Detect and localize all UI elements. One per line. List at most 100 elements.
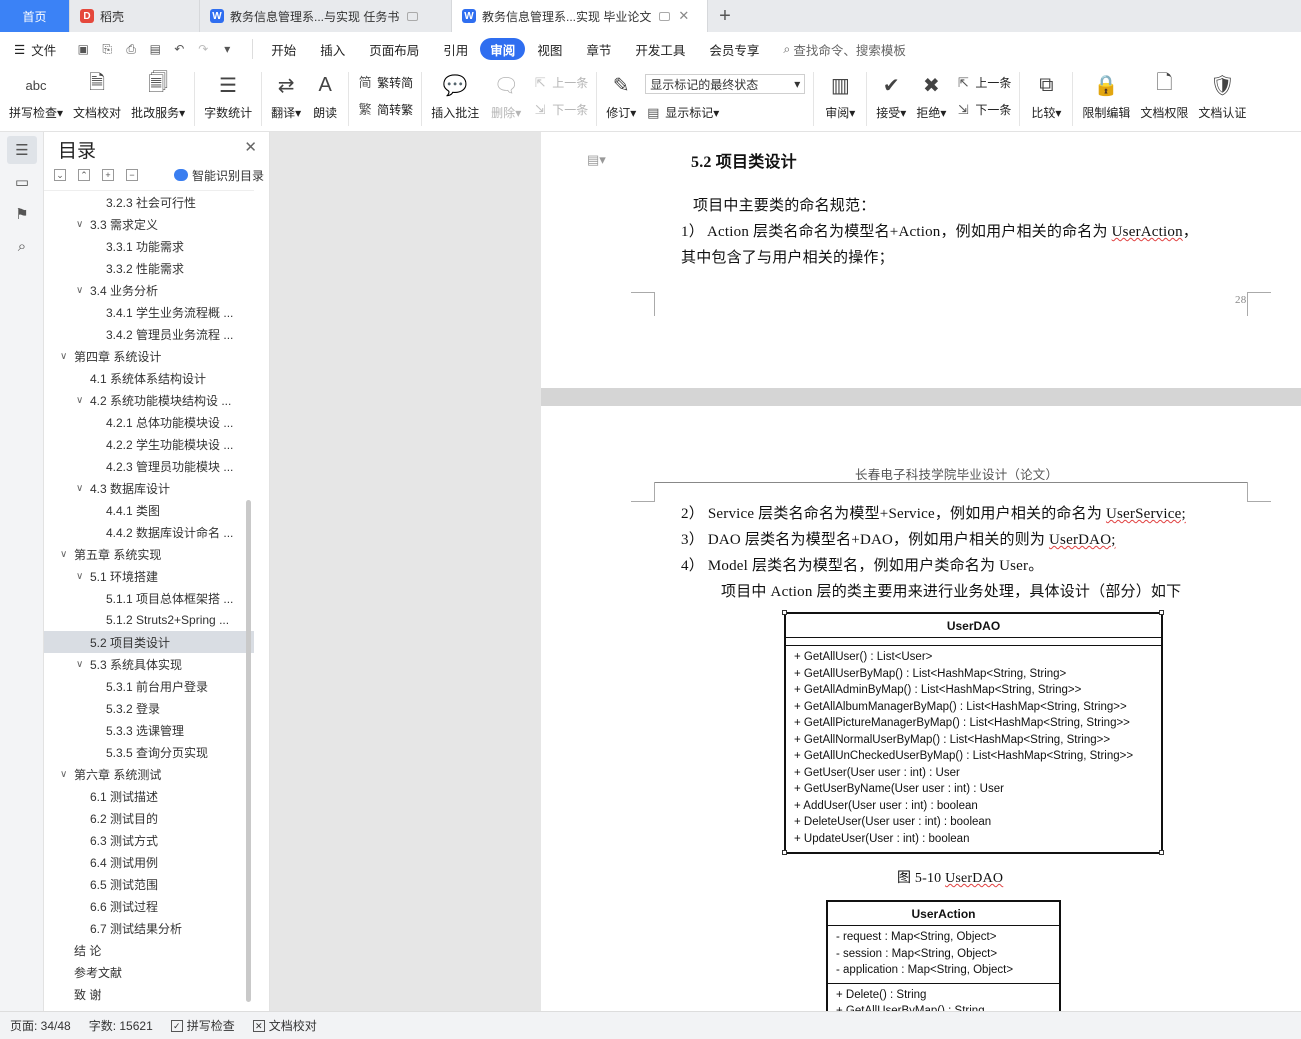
undo-icon[interactable]: ↶ [172, 42, 186, 56]
next-comment-button[interactable]: ⇲ 下一条 [532, 101, 588, 118]
toc-item[interactable]: 参考文献 [44, 961, 254, 983]
menu-insert[interactable]: 插入 [308, 38, 357, 60]
delete-comment-button[interactable]: 🗨 删除▾ [484, 70, 528, 121]
toc-item[interactable]: ∨ 5.3 系统具体实现 [44, 653, 254, 675]
chevron-down-icon[interactable]: ∨ [60, 549, 72, 560]
toc-item[interactable]: 5.3.5 查询分页实现 [44, 741, 254, 763]
translate-button[interactable]: ⇄ 翻译▾ [266, 70, 306, 121]
toc-item[interactable]: 4.2.3 管理员功能模块 ... [44, 455, 254, 477]
uml-class-userdao[interactable]: UserDAO + GetAllUser() : List<User> + Get… [784, 612, 1163, 854]
to-traditional-button[interactable]: 繁简转繁 [357, 101, 414, 118]
menu-view[interactable]: 视图 [525, 38, 574, 60]
remove-item-icon[interactable]: − [126, 169, 138, 181]
spell-check-toggle[interactable]: ✓ 拼写检查 [170, 1017, 235, 1034]
toc-item[interactable]: ∨ 4.3 数据库设计 [44, 477, 254, 499]
menu-member[interactable]: 会员专享 [697, 38, 771, 60]
toc-item[interactable]: ∨ 4.2 系统功能模块结构设 ... [44, 389, 254, 411]
redo-icon[interactable]: ↷ [196, 42, 210, 56]
print-icon[interactable]: ⎙ [124, 42, 138, 56]
chevron-down-icon[interactable]: ∨ [60, 769, 72, 780]
close-icon[interactable]: ✕ [244, 138, 257, 156]
bookmark-icon[interactable]: ⚑ [7, 200, 37, 228]
expand-up-icon[interactable]: ⌃ [78, 169, 90, 181]
toc-item[interactable]: 6.4 测试用例 [44, 851, 254, 873]
save-icon[interactable]: ▣ [76, 42, 90, 56]
next-change-button[interactable]: ⇲ 下一条 [955, 101, 1011, 118]
batch-service-button[interactable]: 🗐 批改服务▾ [126, 70, 190, 121]
tab-docer[interactable]: D 稻壳 [70, 0, 200, 32]
chevron-down-icon[interactable]: ∨ [76, 659, 88, 670]
toc-item[interactable]: 5.3.2 登录 [44, 697, 254, 719]
tab-pin-icon[interactable] [659, 11, 671, 21]
toc-item[interactable]: 3.4.2 管理员业务流程 ... [44, 323, 254, 345]
chevron-down-icon[interactable]: ∨ [76, 285, 88, 296]
review-pane-button[interactable]: ▥ 审阅▾ [818, 70, 862, 121]
accept-button[interactable]: ✔ 接受▾ [871, 70, 911, 121]
selection-handle[interactable] [1159, 850, 1164, 855]
chevron-down-icon[interactable]: ∨ [60, 351, 72, 362]
menu-references[interactable]: 引用 [431, 38, 480, 60]
toc-item[interactable]: 4.2.2 学生功能模块设 ... [44, 433, 254, 455]
file-menu[interactable]: ☰ 文件 [0, 38, 68, 60]
tab-thesis-doc[interactable]: W 教务信息管理系...实现 毕业论文 ✕ [452, 0, 708, 32]
restrict-edit-button[interactable]: 🔒 限制编辑 [1077, 70, 1135, 121]
track-changes-button[interactable]: ✎ 修订▾ [601, 70, 641, 121]
chevron-down-icon[interactable]: ∨ [76, 395, 88, 406]
toc-item[interactable]: ∨ 5.1 环境搭建 [44, 565, 254, 587]
page-indicator[interactable]: 页面: 34/48 [10, 1017, 71, 1034]
toc-item[interactable]: 5.2 项目类设计 [44, 631, 254, 653]
spell-check-button[interactable]: abc 拼写检查▾ [4, 70, 68, 121]
prev-comment-button[interactable]: ⇱ 上一条 [532, 74, 588, 91]
search-icon[interactable]: ⌕ [7, 232, 37, 260]
toc-item[interactable]: 5.3.1 前台用户登录 [44, 675, 254, 697]
toc-item[interactable]: 6.3 测试方式 [44, 829, 254, 851]
menu-page-layout[interactable]: 页面布局 [357, 38, 431, 60]
toc-item[interactable]: 6.6 测试过程 [44, 895, 254, 917]
more-dropdown-icon[interactable]: ▾ [220, 42, 234, 56]
chevron-down-icon[interactable]: ∨ [76, 571, 88, 582]
selection-handle[interactable] [1159, 610, 1164, 615]
tab-close-icon[interactable]: ✕ [678, 8, 689, 24]
toc-item[interactable]: ∨ 3.4 业务分析 [44, 279, 254, 301]
insert-comment-button[interactable]: 💬 插入批注 [426, 70, 484, 121]
toc-item[interactable]: 5.1.2 Struts2+Spring ... [44, 609, 254, 631]
menu-home[interactable]: 开始 [259, 38, 308, 60]
toc-item[interactable]: 4.1 系统体系结构设计 [44, 367, 254, 389]
doc-proofread-button[interactable]: 🗎 文档校对 [68, 70, 126, 121]
toc-item[interactable]: 5.1.1 项目总体框架搭 ... [44, 587, 254, 609]
chapter-nav-icon[interactable]: ▭ [7, 168, 37, 196]
prev-change-button[interactable]: ⇱ 上一条 [955, 74, 1011, 91]
toc-item[interactable]: ∨ 第五章 系统实现 [44, 543, 254, 565]
toc-item[interactable]: 结 论 [44, 939, 254, 961]
toc-item[interactable]: 3.3.2 性能需求 [44, 257, 254, 279]
reject-button[interactable]: ✖ 拒绝▾ [911, 70, 951, 121]
export-icon[interactable]: ⎘ [100, 42, 114, 56]
toc-item[interactable]: ∨ 3.3 需求定义 [44, 213, 254, 235]
menu-chapter[interactable]: 章节 [574, 38, 623, 60]
to-simplified-button[interactable]: 简繁转简 [357, 74, 414, 91]
toc-item[interactable]: ∨ 第六章 系统测试 [44, 763, 254, 785]
toc-scrollbar[interactable] [246, 500, 251, 1002]
tab-pin-icon[interactable] [407, 11, 419, 21]
page-options-icon[interactable]: ▤▾ [587, 152, 606, 168]
chevron-down-icon[interactable]: ∨ [76, 219, 88, 230]
selection-handle[interactable] [782, 610, 787, 615]
toc-item[interactable]: 6.1 测试描述 [44, 785, 254, 807]
print-preview-icon[interactable]: ▤ [148, 42, 162, 56]
chevron-down-icon[interactable]: ∨ [76, 483, 88, 494]
toc-item[interactable]: 3.2.3 社会可行性 [44, 191, 254, 213]
toc-item[interactable]: 致 谢 [44, 983, 254, 1005]
tab-home[interactable]: 首页 [0, 0, 70, 32]
menu-dev-tools[interactable]: 开发工具 [623, 38, 697, 60]
collapse-all-icon[interactable]: ⌄ [54, 169, 66, 181]
doc-permission-button[interactable]: 🗋 文档权限 [1135, 70, 1193, 121]
toc-item[interactable]: ∨ 第四章 系统设计 [44, 345, 254, 367]
markup-state-select[interactable]: 显示标记的最终状态 ▾ [645, 74, 806, 94]
toc-item[interactable]: 4.2.1 总体功能模块设 ... [44, 411, 254, 433]
toc-item[interactable]: 4.4.2 数据库设计命名 ... [44, 521, 254, 543]
new-tab-button[interactable]: + [708, 0, 742, 32]
read-aloud-button[interactable]: A 朗读 [306, 70, 344, 121]
word-count-indicator[interactable]: 字数: 15621 [89, 1017, 153, 1034]
doc-cert-button[interactable]: 🛡 文档认证 [1193, 70, 1251, 121]
selection-handle[interactable] [782, 850, 787, 855]
